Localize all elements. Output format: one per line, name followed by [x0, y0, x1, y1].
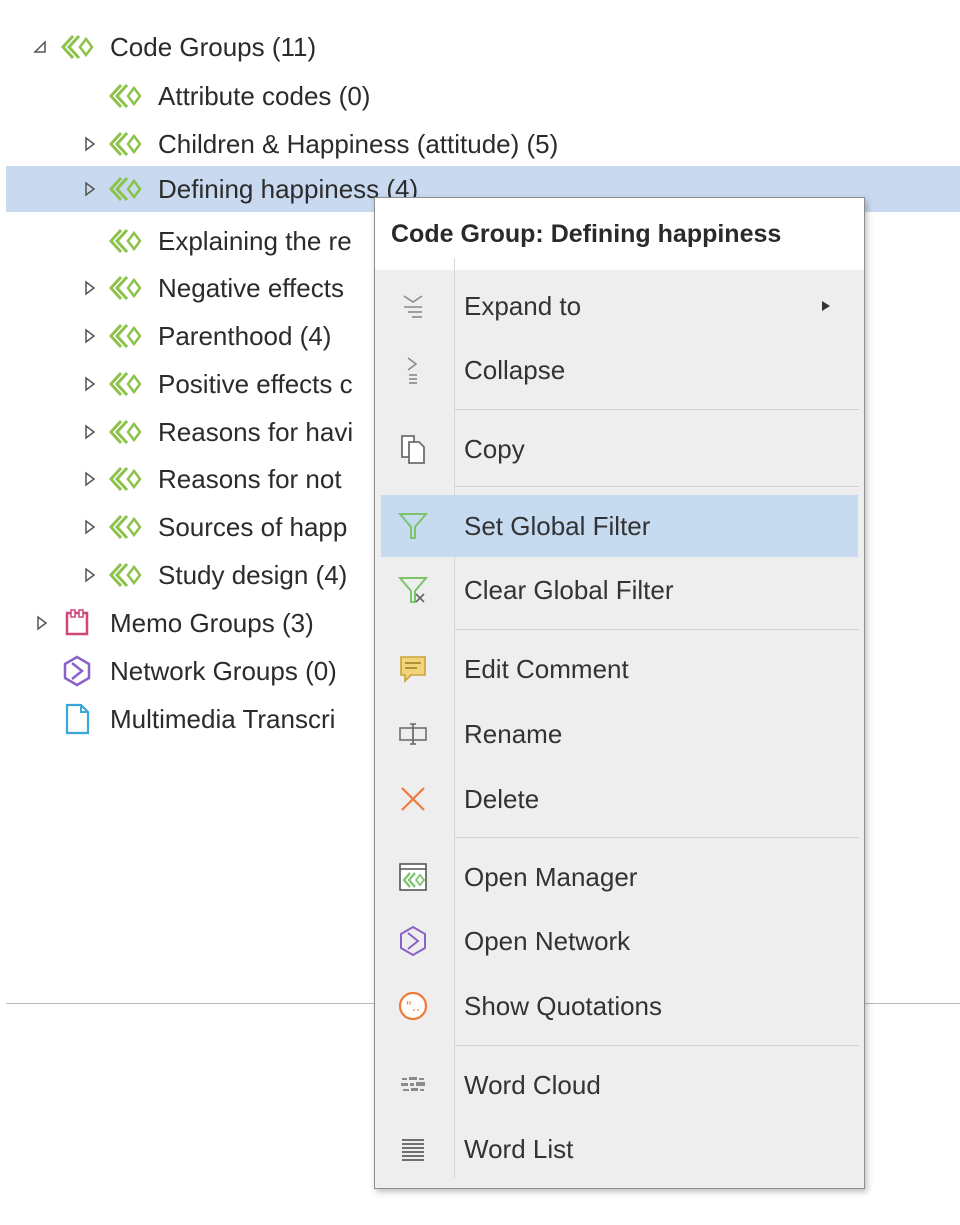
clear-filter-icon [391, 568, 435, 612]
menu-item-collapse[interactable]: Collapse [381, 339, 858, 401]
menu-item-label: Show Quotations [464, 990, 663, 1021]
document-icon [60, 703, 94, 735]
tree-label: Memo Groups (3) [110, 607, 314, 638]
code-group-manager-icon [391, 855, 435, 899]
tree-label: Attribute codes (0) [158, 80, 371, 111]
expand-triangle-icon[interactable] [82, 136, 98, 152]
code-group-icon [108, 417, 142, 447]
expand-triangle-icon[interactable] [82, 181, 98, 197]
menu-separator [455, 629, 859, 630]
context-menu: Code Group: Defining happiness Expand to… [374, 197, 865, 1189]
word-list-icon [391, 1127, 435, 1171]
expand-triangle-icon[interactable] [82, 519, 98, 535]
copy-icon [391, 427, 435, 471]
code-group-icon [108, 226, 142, 256]
expand-triangle-icon[interactable] [82, 424, 98, 440]
filter-icon [391, 504, 435, 548]
rename-icon [391, 712, 435, 756]
menu-item-label: Open Manager [464, 861, 638, 892]
menu-separator [455, 1045, 859, 1046]
tree-label: Reasons for havi [158, 416, 354, 447]
menu-item-copy[interactable]: Copy [381, 418, 858, 480]
code-group-icon [108, 321, 142, 351]
tree-label: Children & Happiness (attitude) (5) [158, 128, 559, 159]
menu-item-word-cloud[interactable]: Word Cloud [381, 1054, 858, 1116]
menu-item-label: Copy [464, 433, 525, 464]
menu-item-edit-comment[interactable]: Edit Comment [381, 638, 858, 700]
comment-icon [391, 647, 435, 691]
expand-triangle-icon[interactable] [82, 471, 98, 487]
tree-label: Multimedia Transcri [110, 703, 336, 734]
expand-triangle-icon[interactable] [82, 567, 98, 583]
code-group-icon [108, 174, 142, 204]
menu-item-expand-to[interactable]: Expand to [381, 275, 858, 337]
network-group-icon [60, 655, 94, 687]
collapse-triangle-icon[interactable] [32, 39, 48, 55]
menu-item-label: Clear Global Filter [464, 574, 674, 605]
tree-label: Code Groups (11) [110, 31, 317, 62]
menu-item-label: Collapse [464, 354, 566, 385]
menu-item-label: Word List [464, 1133, 574, 1164]
menu-item-open-manager[interactable]: Open Manager [381, 846, 858, 908]
tree-label: Positive effects c [158, 368, 353, 399]
menu-separator [455, 837, 859, 838]
code-group-icon [108, 129, 142, 159]
tree-row-child[interactable]: Attribute codes (0) [6, 73, 960, 119]
code-group-icon [60, 32, 94, 62]
submenu-arrow-icon [821, 299, 833, 313]
code-group-icon [108, 369, 142, 399]
menu-item-word-list[interactable]: Word List [381, 1118, 858, 1180]
tree-label: Explaining the re [158, 225, 352, 256]
menu-item-label: Expand to [464, 290, 582, 321]
code-group-icon [108, 273, 142, 303]
memo-group-icon [60, 608, 94, 638]
menu-item-set-global-filter[interactable]: Set Global Filter [381, 495, 858, 557]
expand-triangle-icon[interactable] [82, 376, 98, 392]
tree-label: Parenthood (4) [158, 320, 332, 351]
tree-label: Negative effects [158, 272, 344, 303]
menu-separator [455, 486, 859, 487]
expand-triangle-icon[interactable] [34, 615, 50, 631]
svg-text:"..: ".. [406, 1000, 420, 1015]
code-group-icon [108, 512, 142, 542]
menu-item-label: Delete [464, 783, 540, 814]
expand-triangle-icon[interactable] [82, 328, 98, 344]
tree-row-child[interactable]: Children & Happiness (attitude) (5) [6, 121, 960, 167]
menu-item-label: Open Network [464, 925, 631, 956]
delete-x-icon [391, 777, 435, 821]
word-cloud-icon [391, 1063, 435, 1107]
menu-item-delete[interactable]: Delete [381, 768, 858, 830]
tree-label: Network Groups (0) [110, 655, 337, 686]
code-group-icon [108, 464, 142, 494]
expand-triangle-icon[interactable] [82, 280, 98, 296]
menu-item-label: Set Global Filter [464, 510, 651, 541]
menu-item-show-quotations[interactable]: ".. Show Quotations [381, 975, 858, 1037]
expand-to-icon [391, 284, 435, 328]
tree-row-code-groups[interactable]: Code Groups (11) [6, 24, 960, 70]
context-menu-title: Code Group: Defining happiness [375, 198, 864, 270]
code-group-icon [108, 560, 142, 590]
menu-item-label: Word Cloud [464, 1069, 601, 1100]
tree-label: Study design (4) [158, 559, 348, 590]
menu-item-clear-global-filter[interactable]: Clear Global Filter [381, 559, 858, 621]
tree-label: Sources of happ [158, 511, 348, 542]
menu-item-rename[interactable]: Rename [381, 703, 858, 765]
menu-item-open-network[interactable]: Open Network [381, 910, 858, 972]
tree-label: Reasons for not [158, 463, 342, 494]
menu-item-label: Rename [464, 718, 563, 749]
quotation-icon: ".. [391, 984, 435, 1028]
code-group-icon [108, 81, 142, 111]
collapse-icon [391, 348, 435, 392]
network-icon [391, 919, 435, 963]
menu-item-label: Edit Comment [464, 653, 629, 684]
menu-separator [455, 409, 859, 410]
